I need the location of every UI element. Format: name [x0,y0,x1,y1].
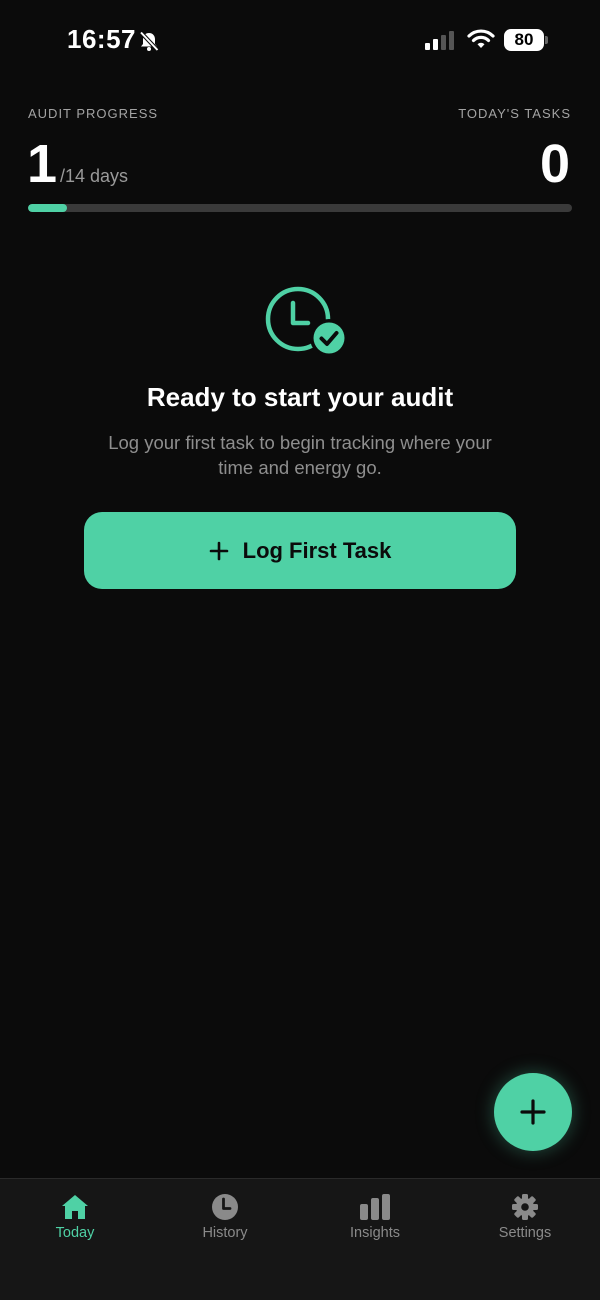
tab-history-label: History [202,1225,248,1241]
empty-state-description: Log your first task to begin tracking wh… [108,432,492,478]
audit-progress-label: AUDIT PROGRESS [28,106,159,121]
battery-indicator: 80 [504,29,548,51]
add-task-fab[interactable] [494,1073,572,1151]
todays-tasks-label: TODAY'S TASKS [458,106,571,121]
status-bar: 16:57 80 [0,0,600,82]
log-first-task-label: Log First Task [242,537,392,563]
bar-chart-icon [360,1194,390,1220]
bottom-tab-bar: Today History Insights Settings [0,1178,600,1300]
total-days-label: /14 days [60,166,129,186]
current-day-count: 1 [27,134,58,194]
cellular-signal-icon [425,31,454,50]
audit-progress-fill [28,204,67,212]
clock-icon [212,1194,238,1220]
tab-today-label: Today [55,1225,95,1241]
log-first-task-button[interactable]: Log First Task [84,512,516,589]
tab-history[interactable]: History [150,1179,300,1259]
tab-settings[interactable]: Settings [450,1179,600,1259]
clock-check-icon [265,286,348,356]
plus-icon [209,541,228,560]
tab-insights[interactable]: Insights [300,1179,450,1259]
audit-progress-bar [28,204,572,212]
bell-muted-icon [139,31,159,52]
tab-insights-label: Insights [350,1225,400,1241]
tab-today[interactable]: Today [0,1179,150,1259]
home-icon [62,1195,88,1219]
todays-tasks-count: 0 [539,134,570,194]
wifi-icon [467,29,495,48]
app-screen: 16:57 80 AUDIT PROGRESS TODAY'S TASKS 1 … [0,0,600,1300]
tab-settings-label: Settings [498,1225,552,1241]
battery-cap [545,36,548,44]
status-time: 16:57 [67,24,136,54]
empty-state-title: Ready to start your audit [146,382,454,412]
battery-level: 80 [504,29,544,51]
plus-icon [520,1099,546,1125]
gear-icon [512,1194,538,1220]
